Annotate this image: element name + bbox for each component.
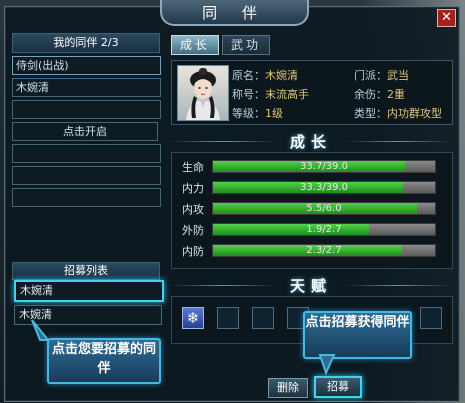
stat-bar: 5.5/6.0 <box>212 202 436 215</box>
companion-list-header: 我的同伴 2/3 <box>12 33 160 53</box>
stat-bar: 1.9/2.7 <box>212 223 436 236</box>
unlock-slot-button[interactable]: 点击开启 <box>12 122 158 141</box>
talent-section-header: 天赋 <box>171 276 452 295</box>
guide-tip-pointer-right <box>318 354 336 376</box>
stat-value: 2.3/2.7 <box>306 245 342 256</box>
stat-label: 生命 <box>182 161 204 174</box>
stat-bar: 33.3/39.0 <box>212 181 436 194</box>
talent-slot[interactable] <box>420 307 442 329</box>
stat-value: 5.5/6.0 <box>306 203 342 214</box>
recruit-list-header: 招募列表 <box>12 262 160 280</box>
talent-title: 天赋 <box>290 276 333 295</box>
growth-title: 成长 <box>290 132 333 151</box>
stat-value: 1.9/2.7 <box>306 224 342 235</box>
stat-value: 33.3/39.0 <box>300 182 348 193</box>
info-title: 称号：末流高手 <box>232 88 309 101</box>
guide-tip-select-companion: 点击您要招募的同伴 <box>47 338 161 384</box>
stat-bar: 33.7/39.0 <box>212 160 436 173</box>
companion-slot-empty[interactable] <box>12 188 161 207</box>
companion-info: 原名：木婉清 门派：武当 称号：末流高手 余伤：2重 等级：1级 类型：内功群攻… <box>171 60 453 125</box>
stat-row: 内攻 5.5/6.0 <box>182 201 444 216</box>
window-title: 同 伴 <box>160 0 309 26</box>
stat-label: 内攻 <box>182 203 204 216</box>
delete-button[interactable]: 删除 <box>268 378 308 398</box>
info-sect: 门派：武当 <box>354 69 409 82</box>
companion-slot[interactable]: 木婉清 <box>12 78 161 97</box>
stat-label: 内力 <box>182 182 204 195</box>
recruit-item[interactable]: 木婉清 <box>14 280 164 302</box>
companion-slot-empty[interactable] <box>12 100 161 119</box>
info-level: 等级：1级 <box>232 107 283 120</box>
companion-slot-empty[interactable] <box>12 166 161 185</box>
tab-bar: 成长 武功 <box>171 35 270 55</box>
talent-slot[interactable] <box>217 307 239 329</box>
info-name: 原名：木婉清 <box>232 69 298 82</box>
stat-label: 外防 <box>182 224 204 237</box>
growth-stats: 生命 33.7/39.0 内力 33.3/39.0 内攻 5.5/6.0 外防 … <box>171 152 453 269</box>
talent-slot[interactable] <box>252 307 274 329</box>
tab-martial-arts[interactable]: 武功 <box>222 35 270 55</box>
growth-section-header: 成长 <box>171 132 452 151</box>
stat-row: 内防 2.3/2.7 <box>182 243 444 258</box>
companion-slot-empty[interactable] <box>12 144 161 163</box>
stat-value: 33.7/39.0 <box>300 161 348 172</box>
companion-portrait <box>177 65 229 121</box>
stat-label: 内防 <box>182 245 204 258</box>
stat-bar: 2.3/2.7 <box>212 244 436 257</box>
companion-slot[interactable]: 侍剑(出战) <box>12 56 161 75</box>
stat-row: 内力 33.3/39.0 <box>182 180 444 195</box>
info-type: 类型：内功群攻型 <box>354 107 442 120</box>
info-injury: 余伤：2重 <box>354 88 405 101</box>
close-button[interactable]: ✕ <box>437 9 456 27</box>
snowflake-icon[interactable]: ❄ <box>182 307 204 329</box>
stat-row: 外防 1.9/2.7 <box>182 222 444 237</box>
companion-list-panel: 我的同伴 2/3 侍剑(出战) 木婉清 点击开启 <box>12 33 162 207</box>
guide-tip-pointer-left <box>31 319 51 341</box>
guide-tip-recruit: 点击招募获得同伴 <box>303 311 412 359</box>
tab-growth[interactable]: 成长 <box>171 35 219 55</box>
stat-row: 生命 33.7/39.0 <box>182 159 444 174</box>
